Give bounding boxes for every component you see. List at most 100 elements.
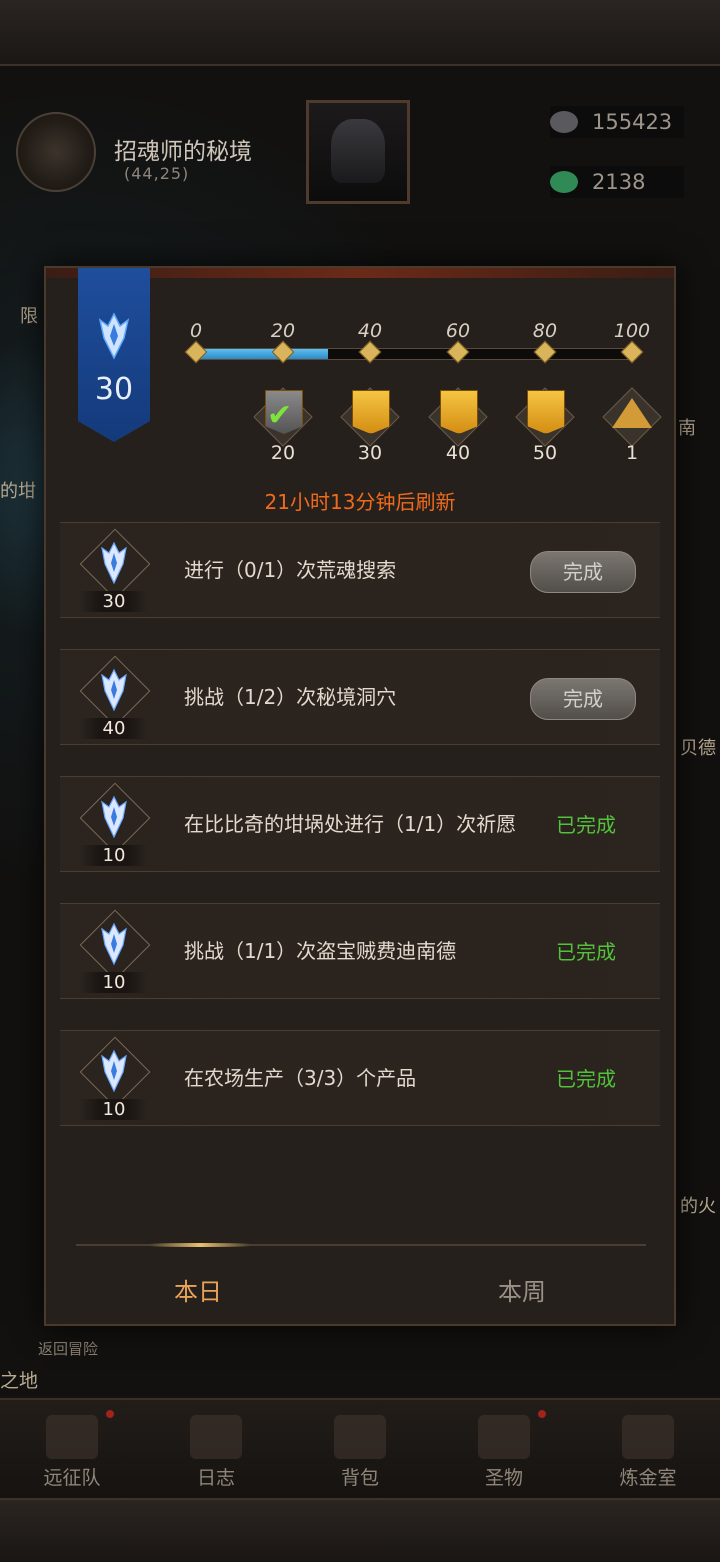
relic-icon — [478, 1415, 530, 1459]
refresh-timer: 21小时13分钟后刷新 — [264, 490, 456, 514]
activity-progress-bar — [196, 348, 634, 360]
task-description: 在农场生产（3/3）个产品 — [184, 1066, 417, 1090]
location-emblem-icon[interactable] — [16, 112, 96, 192]
task-badge — [79, 655, 151, 727]
reward-80[interactable]: 50 — [515, 387, 575, 464]
task-badge — [79, 1036, 151, 1108]
reward-count: 20 — [270, 442, 296, 464]
reward-count: 40 — [445, 442, 471, 464]
nav-label: 背包 — [340, 1467, 379, 1489]
milestone-label: 80 — [532, 320, 558, 342]
location-coords: (44,25) — [124, 164, 190, 183]
task-badge — [79, 528, 151, 600]
daily-tasks-panel: 30 0 20 40 60 80 100 ✔ 20 30 40 50 1 21小 — [44, 266, 676, 1326]
top-frame — [0, 0, 720, 66]
alchemy-icon — [622, 1415, 674, 1459]
nav-expedition[interactable]: 远征队 — [0, 1400, 144, 1500]
side-text-left-2: 的坩 — [0, 481, 36, 502]
nav-label: 远征队 — [43, 1467, 101, 1489]
resource-gem: 2138 — [550, 166, 684, 198]
milestone-label: 20 — [270, 320, 296, 342]
notification-dot — [106, 1410, 114, 1418]
nav-backpack[interactable]: 背包 — [288, 1400, 432, 1500]
resource-gem-value: 2138 — [592, 170, 646, 194]
resource-stone-value: 155423 — [592, 110, 673, 134]
side-text-right-1: 南 — [678, 418, 696, 439]
tab-week[interactable]: 本周 — [498, 1272, 546, 1307]
task-description: 挑战（1/2）次秘境洞穴 — [184, 685, 397, 709]
side-text-right-3: 的火 — [680, 1196, 716, 1217]
reward-60[interactable]: 40 — [428, 387, 488, 464]
reward-count: 50 — [532, 442, 558, 464]
milestone-label: 0 — [189, 320, 203, 342]
pyramid-icon — [612, 398, 652, 428]
task-description: 挑战（1/1）次盗宝贼费迪南德 — [184, 939, 457, 963]
milestone-label: 60 — [445, 320, 471, 342]
check-icon: ✔ — [267, 398, 293, 433]
gold-flag-icon — [440, 390, 478, 434]
task-row: 10 在农场生产（3/3）个产品 已完成 — [60, 1030, 660, 1126]
milestone-label: 100 — [613, 320, 651, 342]
task-badge — [79, 909, 151, 981]
task-points: 30 — [80, 591, 148, 612]
nav-alchemy[interactable]: 炼金室 — [576, 1400, 720, 1500]
task-points: 40 — [80, 718, 148, 739]
trident-crest-icon — [101, 541, 127, 585]
side-text-bottom-left: 之地 — [0, 1370, 39, 1392]
task-description: 进行（0/1）次荒魂搜索 — [184, 558, 397, 582]
trident-crest-icon — [98, 312, 130, 360]
task-points: 10 — [80, 1099, 148, 1120]
milestone-label: 40 — [357, 320, 383, 342]
backpack-icon — [334, 1415, 386, 1459]
nav-relic[interactable]: 圣物 — [432, 1400, 576, 1500]
task-row: 10 在比比奇的坩埚处进行（1/1）次祈愿 已完成 — [60, 776, 660, 872]
complete-button[interactable]: 完成 — [530, 551, 636, 593]
stone-icon — [550, 111, 578, 133]
journal-icon — [190, 1415, 242, 1459]
reward-40[interactable]: 30 — [340, 387, 400, 464]
reward-count: 1 — [625, 442, 639, 464]
nav-label: 日志 — [196, 1467, 235, 1489]
task-row: 40 挑战（1/2）次秘境洞穴 完成 — [60, 649, 660, 745]
completed-status: 已完成 — [556, 813, 616, 837]
gold-flag-icon — [527, 390, 565, 434]
nav-label: 圣物 — [484, 1467, 523, 1489]
task-list: 30 进行（0/1）次荒魂搜索 完成 40 挑战（1/2）次秘境洞穴 完成 10… — [60, 522, 660, 1157]
reward-100[interactable]: 1 — [602, 387, 662, 464]
viking-helmet-icon — [46, 1415, 98, 1459]
bottom-nav: 远征队 日志 背包 圣物 炼金室 — [0, 1398, 720, 1500]
resource-stone: 155423 — [550, 106, 684, 138]
activity-level-banner: 30 — [78, 268, 150, 442]
side-text-right-2: 贝德 — [680, 738, 716, 759]
completed-status: 已完成 — [556, 940, 616, 964]
trident-crest-icon — [101, 795, 127, 839]
task-row: 30 进行（0/1）次荒魂搜索 完成 — [60, 522, 660, 618]
task-badge — [79, 782, 151, 854]
hooded-hero-icon — [331, 119, 385, 183]
activity-progress-fill — [197, 349, 328, 359]
hero-portrait[interactable] — [306, 100, 410, 204]
return-adventure-label[interactable]: 返回冒险 — [38, 1338, 98, 1359]
task-description: 在比比奇的坩埚处进行（1/1）次祈愿 — [184, 812, 517, 836]
trident-crest-icon — [101, 922, 127, 966]
task-points: 10 — [80, 845, 148, 866]
activity-level: 30 — [94, 372, 134, 407]
task-row: 10 挑战（1/1）次盗宝贼费迪南德 已完成 — [60, 903, 660, 999]
trident-crest-icon — [101, 1049, 127, 1093]
tab-today[interactable]: 本日 — [174, 1272, 222, 1307]
trident-crest-icon — [101, 668, 127, 712]
bottom-frame — [0, 1498, 720, 1562]
complete-button[interactable]: 完成 — [530, 678, 636, 720]
gold-flag-icon — [352, 390, 390, 434]
location-title: 招魂师的秘境 — [114, 139, 252, 165]
reward-20-claimed[interactable]: ✔ 20 — [253, 387, 313, 464]
active-tab-indicator — [150, 1243, 250, 1247]
notification-dot — [538, 1410, 546, 1418]
gem-icon — [550, 171, 578, 193]
side-text-left-1: 限 — [20, 306, 38, 327]
reward-count: 30 — [357, 442, 383, 464]
task-points: 10 — [80, 972, 148, 993]
completed-status: 已完成 — [556, 1067, 616, 1091]
nav-journal[interactable]: 日志 — [144, 1400, 288, 1500]
nav-label: 炼金室 — [619, 1467, 677, 1489]
